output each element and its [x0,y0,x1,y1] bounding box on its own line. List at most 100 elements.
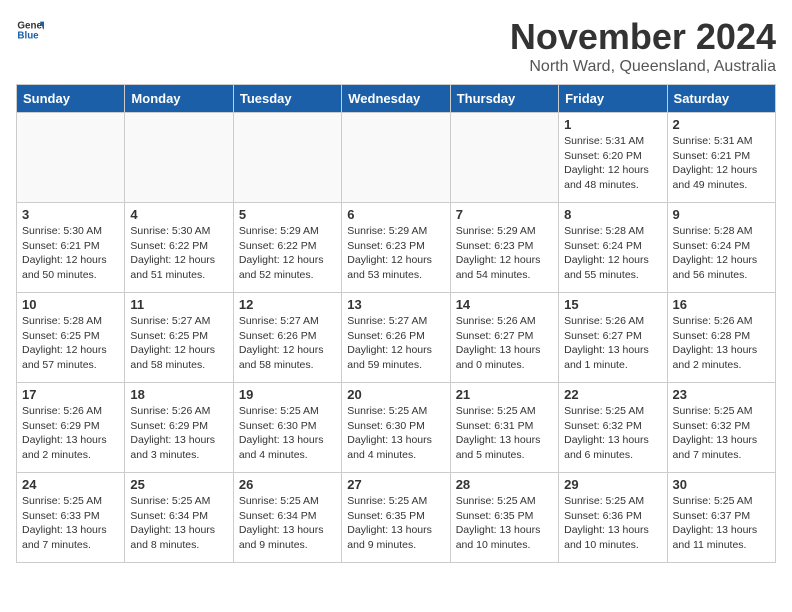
calendar-cell: 19 Sunrise: 5:25 AMSunset: 6:30 PMDayligh… [233,383,341,473]
day-info: Sunrise: 5:31 AMSunset: 6:20 PMDaylight:… [564,134,661,193]
day-info: Sunrise: 5:27 AMSunset: 6:26 PMDaylight:… [347,314,444,373]
day-number: 22 [564,387,661,402]
day-info: Sunrise: 5:28 AMSunset: 6:24 PMDaylight:… [673,224,770,283]
week-row-2: 3 Sunrise: 5:30 AMSunset: 6:21 PMDaylight… [17,203,776,293]
day-info: Sunrise: 5:26 AMSunset: 6:28 PMDaylight:… [673,314,770,373]
day-info: Sunrise: 5:25 AMSunset: 6:34 PMDaylight:… [130,494,227,553]
day-number: 4 [130,207,227,222]
day-number: 8 [564,207,661,222]
day-number: 28 [456,477,553,492]
day-info: Sunrise: 5:25 AMSunset: 6:35 PMDaylight:… [456,494,553,553]
day-number: 6 [347,207,444,222]
week-row-1: 1 Sunrise: 5:31 AMSunset: 6:20 PMDaylight… [17,113,776,203]
day-number: 20 [347,387,444,402]
day-number: 10 [22,297,119,312]
day-number: 2 [673,117,770,132]
day-number: 3 [22,207,119,222]
day-number: 17 [22,387,119,402]
day-number: 19 [239,387,336,402]
day-info: Sunrise: 5:25 AMSunset: 6:37 PMDaylight:… [673,494,770,553]
day-number: 9 [673,207,770,222]
day-number: 24 [22,477,119,492]
day-info: Sunrise: 5:28 AMSunset: 6:25 PMDaylight:… [22,314,119,373]
svg-text:Blue: Blue [17,30,39,41]
day-info: Sunrise: 5:30 AMSunset: 6:22 PMDaylight:… [130,224,227,283]
calendar-cell: 9 Sunrise: 5:28 AMSunset: 6:24 PMDaylight… [667,203,775,293]
week-row-5: 24 Sunrise: 5:25 AMSunset: 6:33 PMDayligh… [17,473,776,563]
weekday-header-monday: Monday [125,85,233,113]
calendar-cell: 24 Sunrise: 5:25 AMSunset: 6:33 PMDayligh… [17,473,125,563]
weekday-header-row: SundayMondayTuesdayWednesdayThursdayFrid… [17,85,776,113]
day-info: Sunrise: 5:25 AMSunset: 6:33 PMDaylight:… [22,494,119,553]
day-info: Sunrise: 5:29 AMSunset: 6:23 PMDaylight:… [347,224,444,283]
day-number: 29 [564,477,661,492]
day-number: 26 [239,477,336,492]
calendar-cell: 28 Sunrise: 5:25 AMSunset: 6:35 PMDayligh… [450,473,558,563]
day-number: 30 [673,477,770,492]
day-number: 25 [130,477,227,492]
logo-icon: General Blue [16,16,44,44]
calendar-cell: 7Sunrise: 5:29 AMSunset: 6:23 PMDaylight… [450,203,558,293]
weekday-header-wednesday: Wednesday [342,85,450,113]
weekday-header-sunday: Sunday [17,85,125,113]
day-info: Sunrise: 5:26 AMSunset: 6:27 PMDaylight:… [564,314,661,373]
calendar-cell: 11Sunrise: 5:27 AMSunset: 6:25 PMDayligh… [125,293,233,383]
day-number: 16 [673,297,770,312]
calendar-cell: 10 Sunrise: 5:28 AMSunset: 6:25 PMDayligh… [17,293,125,383]
title-area: November 2024 North Ward, Queensland, Au… [510,16,776,76]
logo: General Blue [16,16,44,44]
day-info: Sunrise: 5:28 AMSunset: 6:24 PMDaylight:… [564,224,661,283]
day-number: 14 [456,297,553,312]
calendar-cell [17,113,125,203]
day-number: 15 [564,297,661,312]
day-number: 1 [564,117,661,132]
day-info: Sunrise: 5:25 AMSunset: 6:35 PMDaylight:… [347,494,444,553]
calendar-cell: 6 Sunrise: 5:29 AMSunset: 6:23 PMDaylight… [342,203,450,293]
calendar-cell: 2Sunrise: 5:31 AMSunset: 6:21 PMDaylight… [667,113,775,203]
calendar-cell: 26Sunrise: 5:25 AMSunset: 6:34 PMDayligh… [233,473,341,563]
calendar-cell: 27Sunrise: 5:25 AMSunset: 6:35 PMDayligh… [342,473,450,563]
calendar-cell: 20 Sunrise: 5:25 AMSunset: 6:30 PMDayligh… [342,383,450,473]
weekday-header-thursday: Thursday [450,85,558,113]
week-row-3: 10 Sunrise: 5:28 AMSunset: 6:25 PMDayligh… [17,293,776,383]
day-info: Sunrise: 5:25 AMSunset: 6:36 PMDaylight:… [564,494,661,553]
month-title: November 2024 [510,16,776,58]
calendar-cell: 3 Sunrise: 5:30 AMSunset: 6:21 PMDaylight… [17,203,125,293]
calendar-cell: 30 Sunrise: 5:25 AMSunset: 6:37 PMDayligh… [667,473,775,563]
day-info: Sunrise: 5:25 AMSunset: 6:31 PMDaylight:… [456,404,553,463]
day-info: Sunrise: 5:25 AMSunset: 6:32 PMDaylight:… [564,404,661,463]
calendar-cell: 16 Sunrise: 5:26 AMSunset: 6:28 PMDayligh… [667,293,775,383]
calendar-cell [233,113,341,203]
calendar-cell: 5 Sunrise: 5:29 AMSunset: 6:22 PMDaylight… [233,203,341,293]
day-number: 23 [673,387,770,402]
day-number: 13 [347,297,444,312]
calendar-cell: 13 Sunrise: 5:27 AMSunset: 6:26 PMDayligh… [342,293,450,383]
calendar-cell: 1 Sunrise: 5:31 AMSunset: 6:20 PMDaylight… [559,113,667,203]
calendar-cell: 12Sunrise: 5:27 AMSunset: 6:26 PMDayligh… [233,293,341,383]
calendar-cell: 18Sunrise: 5:26 AMSunset: 6:29 PMDayligh… [125,383,233,473]
day-info: Sunrise: 5:25 AMSunset: 6:32 PMDaylight:… [673,404,770,463]
day-info: Sunrise: 5:25 AMSunset: 6:30 PMDaylight:… [239,404,336,463]
calendar-cell: 22 Sunrise: 5:25 AMSunset: 6:32 PMDayligh… [559,383,667,473]
calendar-cell [450,113,558,203]
calendar-table: SundayMondayTuesdayWednesdayThursdayFrid… [16,84,776,563]
weekday-header-friday: Friday [559,85,667,113]
day-number: 21 [456,387,553,402]
calendar-cell: 29 Sunrise: 5:25 AMSunset: 6:36 PMDayligh… [559,473,667,563]
day-info: Sunrise: 5:25 AMSunset: 6:30 PMDaylight:… [347,404,444,463]
day-number: 7 [456,207,553,222]
weekday-header-saturday: Saturday [667,85,775,113]
calendar-cell: 17Sunrise: 5:26 AMSunset: 6:29 PMDayligh… [17,383,125,473]
day-info: Sunrise: 5:26 AMSunset: 6:27 PMDaylight:… [456,314,553,373]
day-number: 5 [239,207,336,222]
day-info: Sunrise: 5:27 AMSunset: 6:26 PMDaylight:… [239,314,336,373]
calendar-cell: 23 Sunrise: 5:25 AMSunset: 6:32 PMDayligh… [667,383,775,473]
calendar-cell: 14 Sunrise: 5:26 AMSunset: 6:27 PMDayligh… [450,293,558,383]
calendar-cell [342,113,450,203]
calendar-cell: 21 Sunrise: 5:25 AMSunset: 6:31 PMDayligh… [450,383,558,473]
day-info: Sunrise: 5:30 AMSunset: 6:21 PMDaylight:… [22,224,119,283]
day-info: Sunrise: 5:27 AMSunset: 6:25 PMDaylight:… [130,314,227,373]
calendar-cell: 4 Sunrise: 5:30 AMSunset: 6:22 PMDaylight… [125,203,233,293]
day-number: 18 [130,387,227,402]
day-info: Sunrise: 5:29 AMSunset: 6:22 PMDaylight:… [239,224,336,283]
